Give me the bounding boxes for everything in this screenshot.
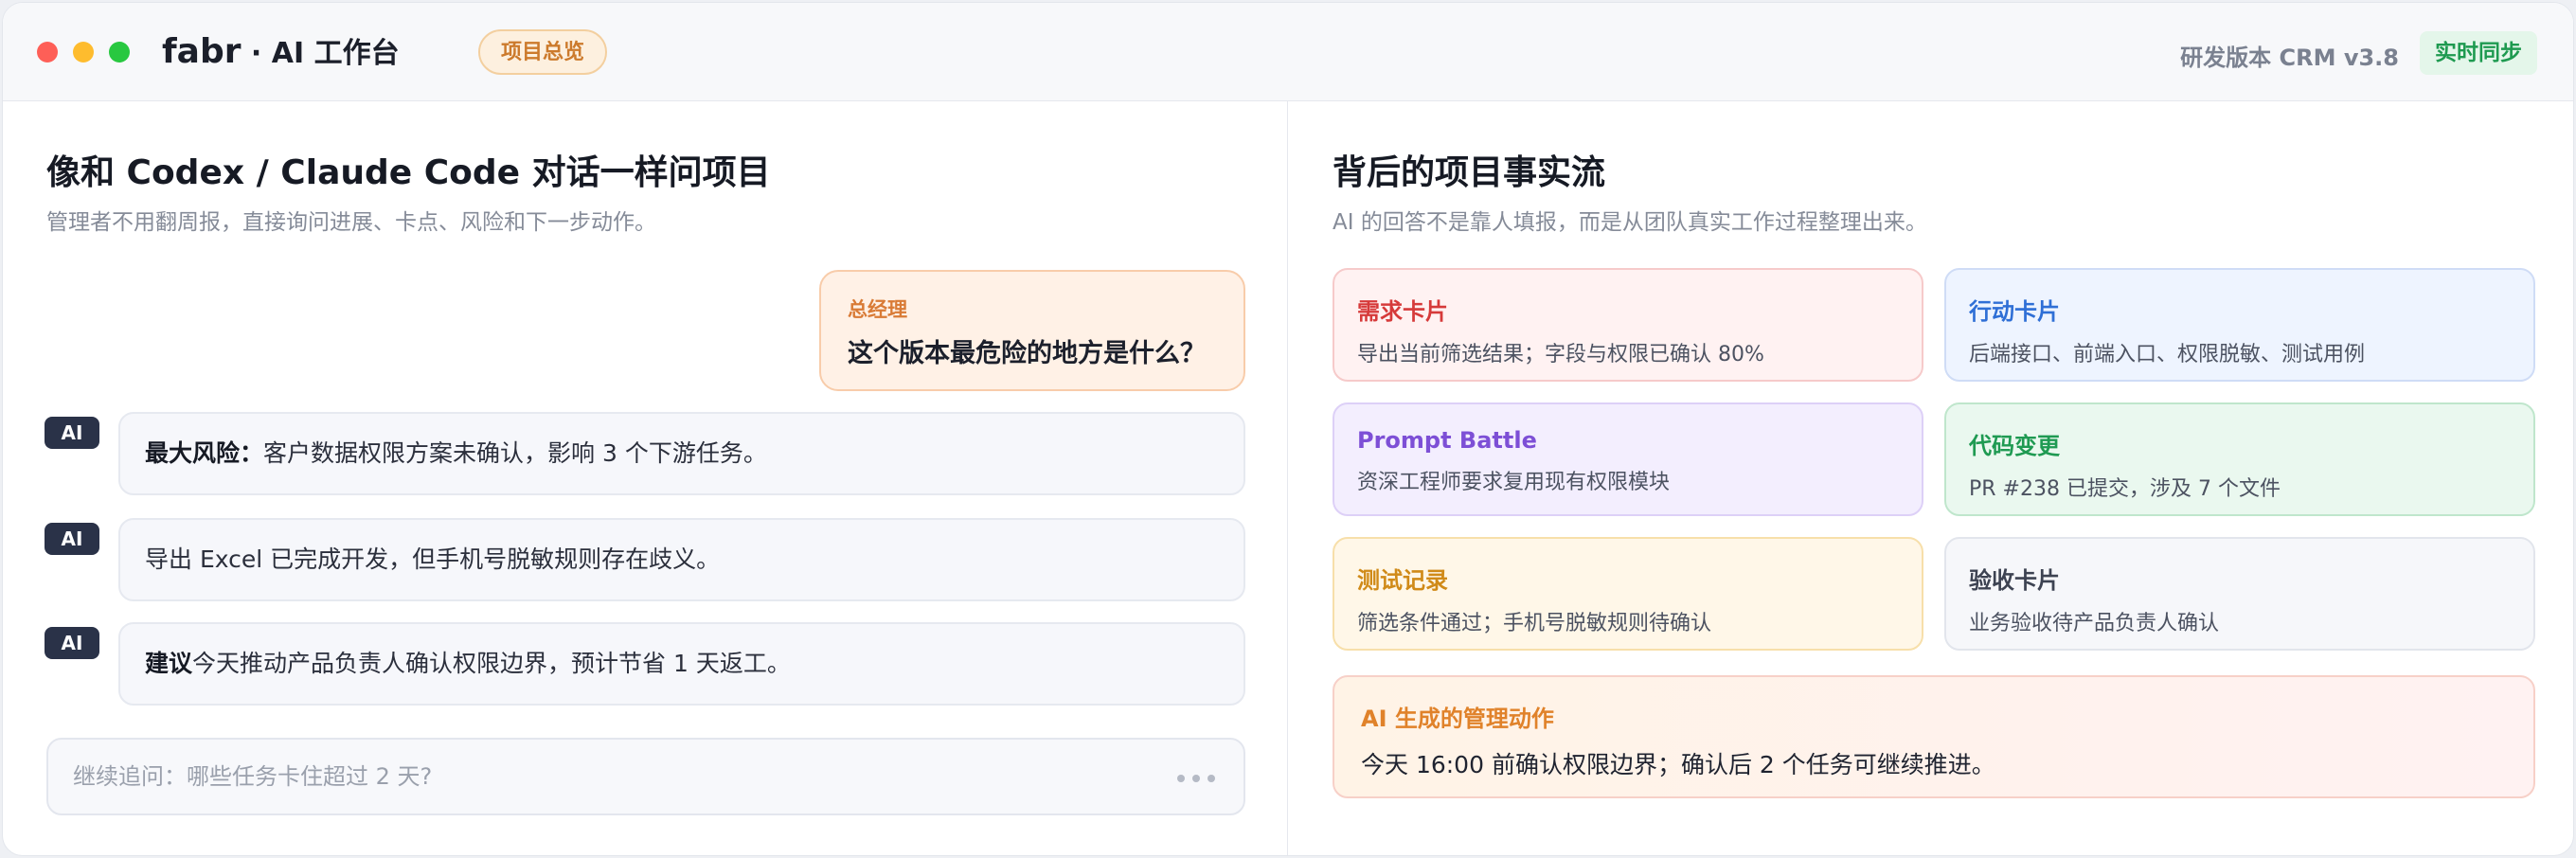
card-desc: 导出当前筛选结果；字段与权限已确认 80% (1357, 343, 1764, 366)
facts-panel-subtitle: AI 的回答不是靠人填报，而是从团队真实工作过程整理出来。 (1333, 210, 1927, 235)
followup-placeholder: 继续追问：哪些任务卡住超过 2 天? (73, 763, 433, 790)
chat-panel-subtitle: 管理者不用翻周报，直接询问进展、卡点、风险和下一步动作。 (46, 210, 656, 235)
card-title: 测试记录 (1357, 567, 1448, 594)
ai-message-text: 导出 Excel 已完成开发，但手机号脱敏规则存在歧义。 (145, 545, 721, 573)
ai-message-emphasis: 建议 (145, 650, 193, 677)
facts-panel-title: 背后的项目事实流 (1333, 153, 1606, 192)
ai-message-bubble: 建议今天推动产品负责人确认权限边界，预计节省 1 天返工。 (118, 622, 1245, 706)
zoom-window-button[interactable] (109, 42, 130, 63)
ai-avatar-tag: AI (45, 417, 99, 449)
panel-divider (1287, 101, 1288, 855)
ai-message-emphasis: 最大风险： (145, 439, 264, 467)
card-title: Prompt Battle (1357, 427, 1537, 454)
chat-panel-title: 像和 Codex / Claude Code 对话一样问项目 (46, 153, 771, 192)
test-record-card[interactable]: 测试记录 筛选条件通过；手机号脱敏规则待确认 (1333, 537, 1923, 651)
user-role-label: 总经理 (848, 298, 907, 321)
more-options-icon[interactable] (1177, 775, 1215, 782)
ai-message-bubble: 导出 Excel 已完成开发，但手机号脱敏规则存在歧义。 (118, 518, 1245, 601)
prompt-battle-card[interactable]: Prompt Battle 资深工程师要求复用现有权限模块 (1333, 402, 1923, 516)
followup-input[interactable]: 继续追问：哪些任务卡住超过 2 天? (46, 738, 1245, 815)
action-card-title: AI 生成的管理动作 (1361, 706, 1554, 732)
card-title: 代码变更 (1969, 433, 2060, 459)
minimize-window-button[interactable] (73, 42, 94, 63)
action-card-desc: 今天 16:00 前确认权限边界；确认后 2 个任务可继续推进。 (1361, 751, 1995, 778)
ai-avatar-tag: AI (45, 523, 99, 555)
card-title: 行动卡片 (1969, 298, 2060, 325)
card-desc: PR #238 已提交，涉及 7 个文件 (1969, 477, 2281, 501)
code-change-card[interactable]: 代码变更 PR #238 已提交，涉及 7 个文件 (1944, 402, 2535, 516)
tab-project-overview[interactable]: 项目总览 (478, 29, 608, 75)
app-name: fabr (162, 32, 242, 71)
title-bar: fabr · AI 工作台 项目总览 研发版本 CRM v3.8 实时同步 (3, 3, 2573, 101)
card-desc: 筛选条件通过；手机号脱敏规则待确认 (1357, 612, 1712, 635)
sync-status-badge: 实时同步 (2420, 31, 2537, 75)
card-title: 验收卡片 (1969, 567, 2060, 594)
ai-message-text: 今天推动产品负责人确认权限边界，预计节省 1 天返工。 (192, 650, 791, 677)
app-window: fabr · AI 工作台 项目总览 研发版本 CRM v3.8 实时同步 像和… (2, 2, 2574, 856)
ai-avatar-tag: AI (45, 627, 99, 659)
version-label: 研发版本 CRM v3.8 (2180, 45, 2399, 71)
card-title: 需求卡片 (1357, 298, 1448, 325)
app-name-suffix: · AI 工作台 (241, 37, 400, 70)
card-desc: 资深工程师要求复用现有权限模块 (1357, 471, 1671, 494)
ai-message-bubble: 最大风险：客户数据权限方案未确认，影响 3 个下游任务。 (118, 412, 1245, 495)
user-question: 这个版本最危险的地方是什么？ (848, 339, 1206, 368)
acceptance-card[interactable]: 验收卡片 业务验收待产品负责人确认 (1944, 537, 2535, 651)
card-desc: 业务验收待产品负责人确认 (1969, 612, 2220, 635)
ai-message-text: 客户数据权限方案未确认，影响 3 个下游任务。 (263, 439, 767, 467)
app-title: fabr · AI 工作台 (162, 29, 400, 71)
card-desc: 后端接口、前端入口、权限脱敏、测试用例 (1969, 343, 2366, 366)
close-window-button[interactable] (37, 42, 58, 63)
requirement-card[interactable]: 需求卡片 导出当前筛选结果；字段与权限已确认 80% (1333, 268, 1923, 382)
ai-management-action-card[interactable]: AI 生成的管理动作 今天 16:00 前确认权限边界；确认后 2 个任务可继续… (1333, 675, 2535, 798)
user-message-bubble: 总经理 这个版本最危险的地方是什么？ (819, 270, 1245, 391)
action-item-card[interactable]: 行动卡片 后端接口、前端入口、权限脱敏、测试用例 (1944, 268, 2535, 382)
